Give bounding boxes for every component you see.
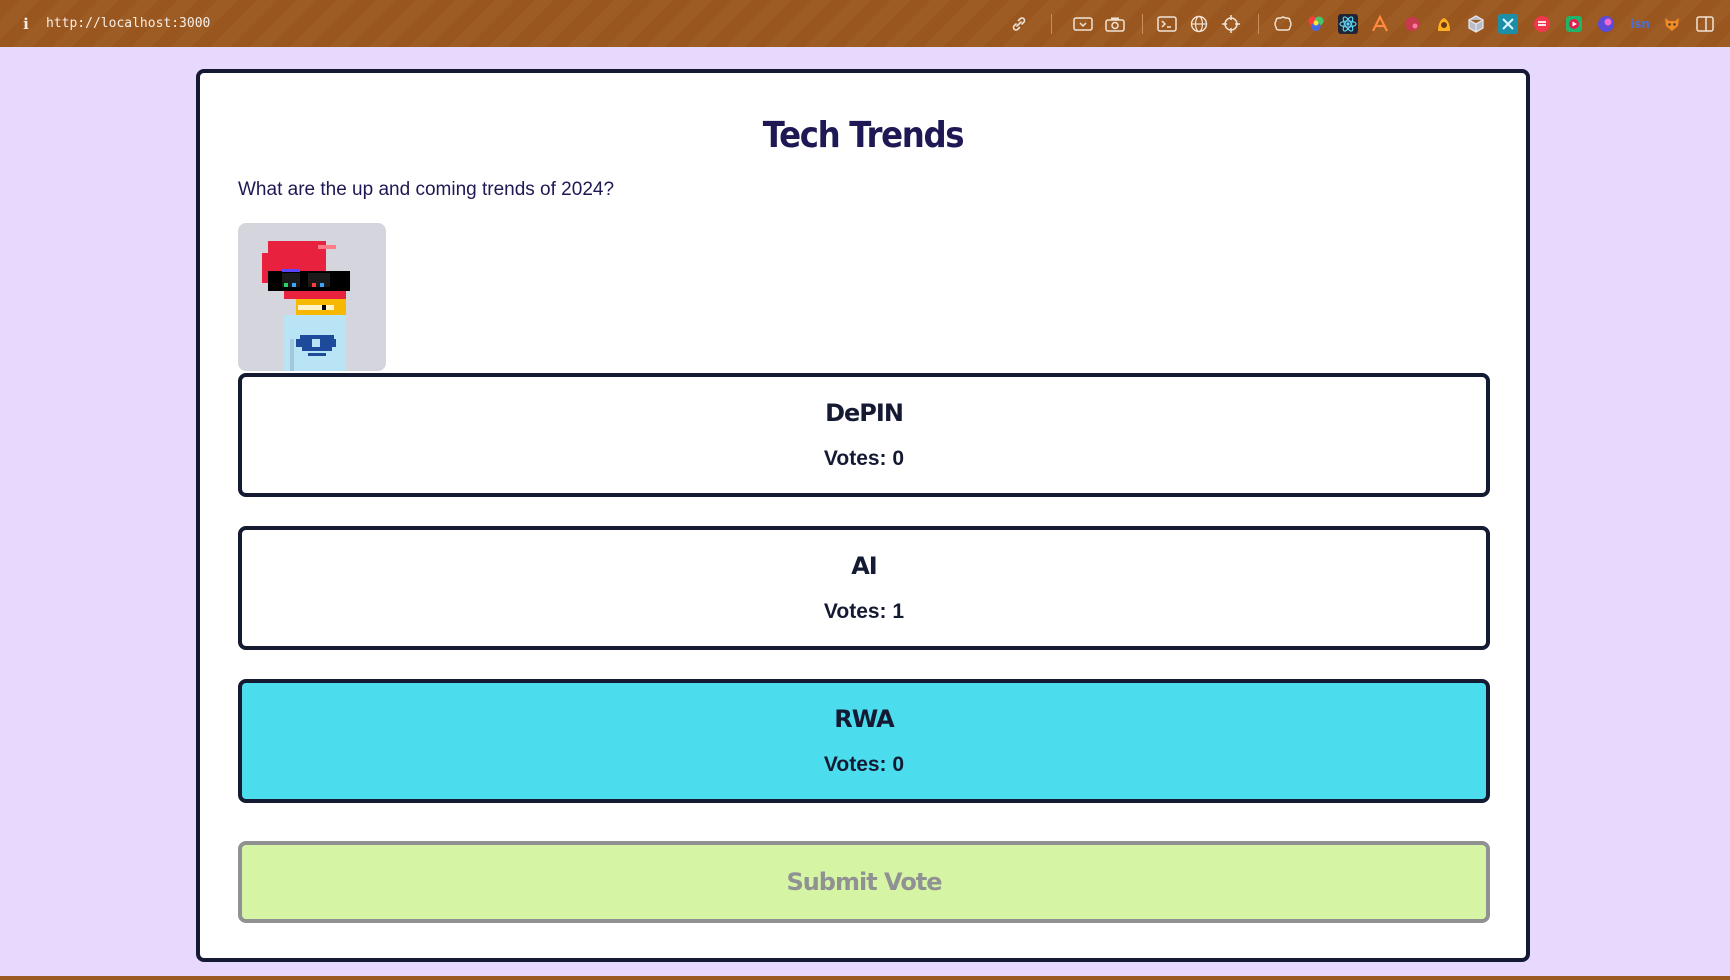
link-icon[interactable]	[1009, 14, 1029, 34]
ext-f-icon[interactable]	[1564, 14, 1584, 34]
crosshair-icon[interactable]	[1221, 14, 1241, 34]
submit-vote-button[interactable]: Submit Vote	[238, 841, 1490, 923]
poll-option-depin[interactable]: DePIN Votes: 0	[238, 373, 1490, 497]
browser-toolbar: i http://localhost:3000 isn	[0, 0, 1730, 47]
ext-c-icon[interactable]	[1434, 14, 1454, 34]
ext-b-icon[interactable]	[1402, 14, 1422, 34]
poll-question: What are the up and coming trends of 202…	[238, 179, 615, 200]
window-bottom-edge	[0, 976, 1730, 980]
poll-image	[238, 223, 386, 371]
option-votes: Votes: 1	[823, 600, 905, 623]
page-viewport: Tech Trends What are the up and coming t…	[0, 47, 1730, 976]
sidebar-toggle-icon[interactable]	[1695, 14, 1715, 34]
ext-e-icon[interactable]	[1532, 14, 1552, 34]
pixel-avatar-image	[262, 241, 350, 371]
poll-card: Tech Trends What are the up and coming t…	[196, 69, 1530, 962]
ext-d-icon[interactable]	[1498, 14, 1518, 34]
poll-title: Tech Trends	[762, 115, 965, 156]
ext-h-icon[interactable]: isn	[1628, 14, 1652, 34]
globe-icon[interactable]	[1189, 14, 1209, 34]
react-icon[interactable]	[1338, 14, 1358, 34]
color-picker-icon[interactable]	[1306, 14, 1326, 34]
option-votes: Votes: 0	[823, 753, 905, 776]
camera-icon[interactable]	[1105, 14, 1125, 34]
ext-i-icon[interactable]	[1662, 14, 1682, 34]
ext-g-icon[interactable]	[1596, 14, 1616, 34]
poll-option-ai[interactable]: AI Votes: 1	[238, 526, 1490, 650]
option-votes: Votes: 0	[823, 447, 905, 470]
toolbar-icon-group: isn	[0, 0, 1730, 47]
poll-option-rwa[interactable]: RWA Votes: 0	[238, 679, 1490, 803]
screenshot-icon[interactable]	[1073, 14, 1093, 34]
ext-a-icon[interactable]	[1370, 14, 1390, 34]
option-label: AI	[851, 552, 878, 580]
cube-icon[interactable]	[1466, 14, 1486, 34]
terminal-icon[interactable]	[1157, 14, 1177, 34]
option-label: RWA	[834, 705, 894, 733]
extension-icon[interactable]	[1273, 14, 1293, 34]
option-label: DePIN	[825, 399, 904, 427]
